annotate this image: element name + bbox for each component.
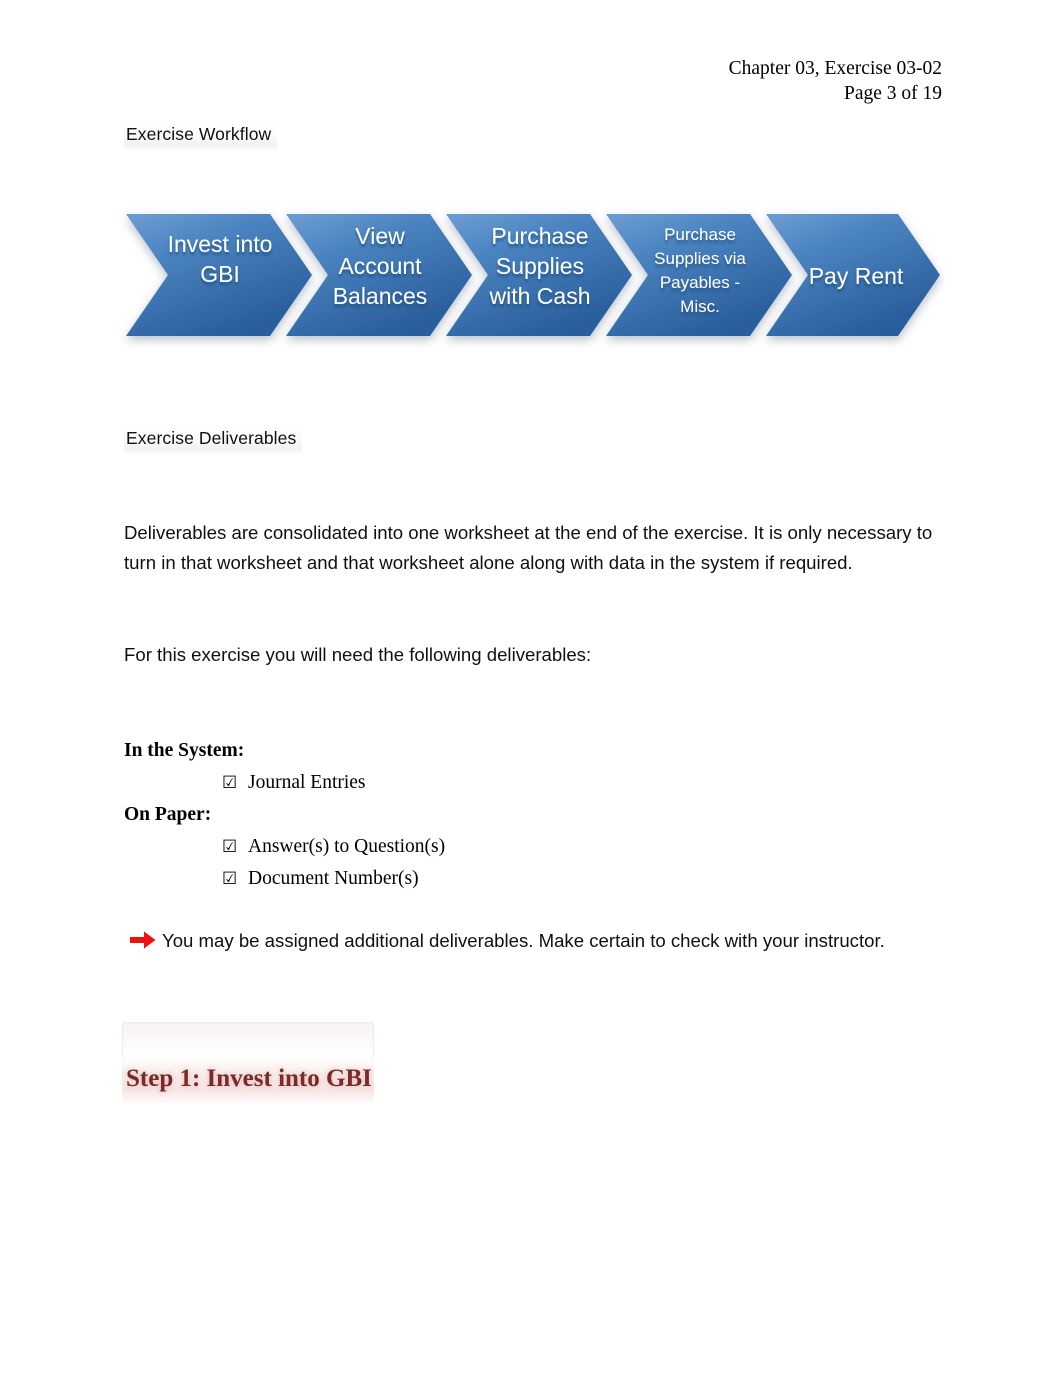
step-heading-frame — [122, 1022, 374, 1057]
page-header: Chapter 03, Exercise 03-02 Page 3 of 19 — [729, 56, 942, 106]
workflow-chevron-3-label-line-3: with Cash — [489, 283, 591, 309]
workflow-chevron-2-label-line-1: View — [355, 223, 405, 249]
checked-checkbox-icon[interactable]: ☑ — [222, 831, 248, 863]
list-item-label: Journal Entries — [248, 772, 366, 793]
step-1-heading-block: Step 1: Invest into GBI — [122, 1022, 374, 1103]
list-item-label: Answer(s) to Question(s) — [248, 836, 446, 857]
workflow-chevron-4-label-line-3: Payables - — [660, 273, 740, 292]
deliverables-group-label-on-paper: On Paper: — [124, 804, 212, 825]
list-item-label: Document Number(s) — [248, 868, 419, 889]
workflow-chevron-5-label-line-1: Pay Rent — [809, 263, 904, 289]
deliverables-group-label-in-the-system: In the System: — [124, 740, 245, 761]
exercise-deliverables-heading: Exercise Deliverables — [124, 425, 303, 454]
instructor-note-text: You may be assigned additional deliverab… — [162, 930, 885, 951]
need-deliverables-paragraph: For this exercise you will need the foll… — [124, 644, 592, 665]
workflow-chevron-2-label-line-2: Account — [338, 253, 422, 279]
workflow-chevron-3-label-line-2: Supplies — [496, 253, 584, 279]
workflow-chevron-1-label-line-1: Invest into — [168, 231, 273, 257]
exercise-workflow-heading: Exercise Workflow — [124, 121, 278, 150]
workflow-chevron-4-label-line-1: Purchase — [664, 225, 736, 244]
list-item[interactable]: ☑ Journal Entries — [124, 767, 445, 799]
workflow-chevron-4-label-line-4: Misc. — [680, 297, 720, 316]
list-item[interactable]: ☑ Document Number(s) — [124, 863, 445, 895]
workflow-chevron-3-label-line-1: Purchase — [491, 223, 588, 249]
workflow-chevron-1-label-line-2: GBI — [200, 261, 240, 287]
step-1-title: Step 1: Invest into GBI — [122, 1057, 374, 1103]
checked-checkbox-icon[interactable]: ☑ — [222, 767, 248, 799]
arrow-right-icon — [130, 927, 162, 954]
instructor-note: You may be assigned additional deliverab… — [130, 927, 885, 955]
header-chapter-line: Chapter 03, Exercise 03-02 — [728, 58, 942, 79]
workflow-chevron-4-label-line-2: Supplies via — [654, 249, 746, 268]
list-item[interactable]: ☑ Answer(s) to Question(s) — [124, 831, 445, 863]
checked-checkbox-icon[interactable]: ☑ — [222, 863, 248, 895]
header-page-line: Page 3 of 19 — [843, 83, 942, 104]
workflow-chevron-2-label-line-3: Balances — [333, 283, 428, 309]
exercise-workflow-diagram: Invest into GBI View Account Balances Pu… — [120, 196, 945, 354]
deliverables-checklist: In the System: ☑ Journal Entries On Paper… — [124, 735, 445, 895]
deliverables-paragraph: Deliverables are consolidated into one w… — [124, 522, 933, 573]
